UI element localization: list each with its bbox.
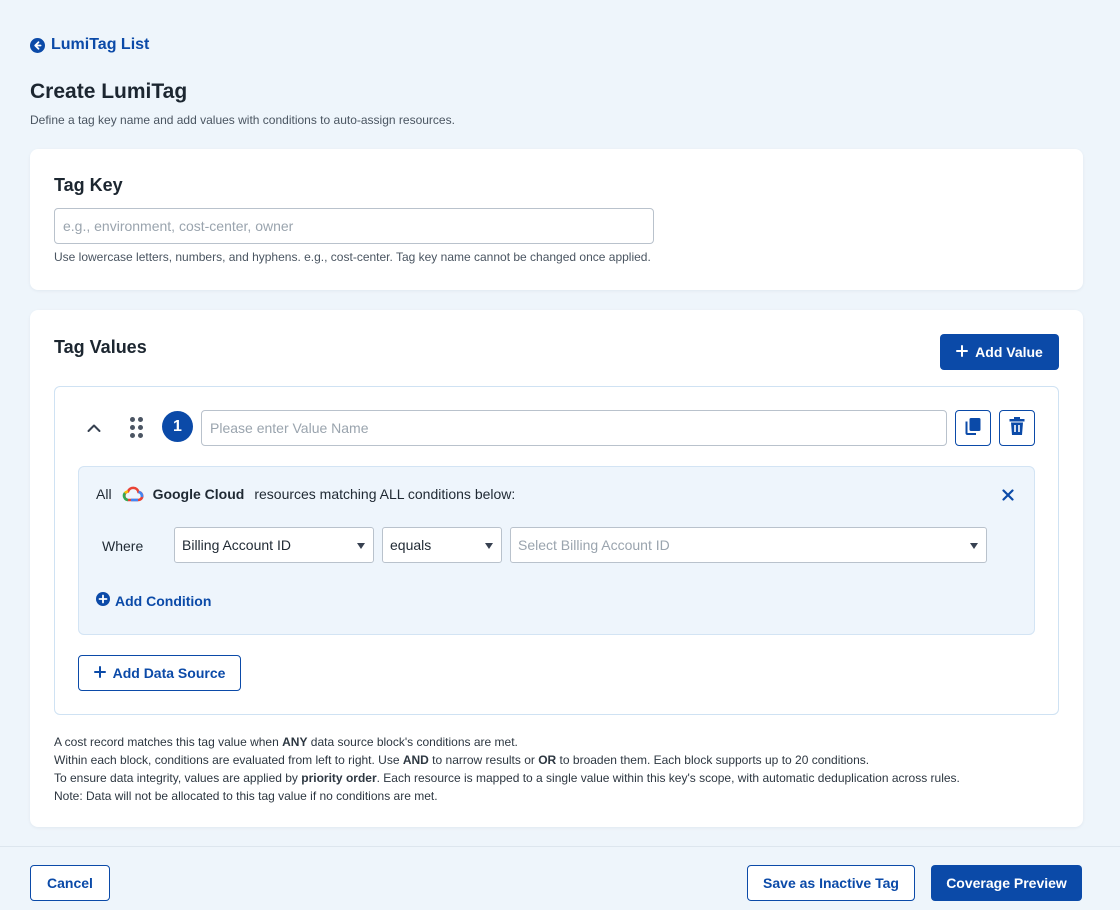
footer-bar: Cancel Save as Inactive Tag Coverage Pre…	[0, 846, 1120, 910]
condition-field-select[interactable]: Billing Account ID	[174, 527, 374, 563]
arrow-left-circle-icon	[30, 37, 45, 53]
save-inactive-button[interactable]: Save as Inactive Tag	[747, 865, 915, 901]
plus-circle-icon	[96, 592, 110, 609]
condition-operator-value: equals	[390, 537, 432, 553]
back-link-label: LumiTag List	[51, 36, 150, 53]
condition-block-header: All Google Cloud resources matching ALL …	[96, 486, 515, 502]
back-to-list-link[interactable]: LumiTag List	[30, 36, 149, 54]
add-value-label: Add Value	[975, 344, 1043, 360]
add-condition-label: Add Condition	[115, 592, 212, 609]
tag-value-item: 1 All	[54, 386, 1059, 715]
delete-value-button[interactable]	[999, 410, 1035, 446]
tag-key-helper-text: Use lowercase letters, numbers, and hyph…	[54, 250, 651, 264]
caret-down-icon	[970, 543, 978, 549]
cancel-button[interactable]: Cancel	[30, 865, 110, 901]
copy-value-button[interactable]	[955, 410, 991, 446]
page-title: Create LumiTag	[30, 80, 188, 103]
tag-key-input[interactable]	[54, 208, 654, 244]
coverage-preview-button[interactable]: Coverage Preview	[931, 865, 1082, 901]
trash-icon	[1008, 416, 1026, 441]
tag-values-card: Tag Values Add Value 1 Please enter Valu…	[30, 310, 1083, 827]
value-index-badge: 1	[162, 411, 193, 442]
add-data-source-label: Add Data Source	[112, 665, 226, 681]
drag-handle-icon[interactable]	[130, 417, 144, 439]
condition-suffix: resources matching ALL conditions below:	[254, 486, 516, 502]
condition-field-value: Billing Account ID	[182, 537, 291, 553]
condition-prefix: All	[96, 486, 112, 502]
page-subtitle: Define a tag key name and add values wit…	[30, 113, 455, 127]
caret-down-icon	[485, 543, 493, 549]
where-label: Where	[102, 538, 144, 554]
copy-icon	[963, 416, 983, 441]
condition-value-select[interactable]: Select Billing Account ID	[510, 527, 987, 563]
condition-operator-select[interactable]: equals	[382, 527, 502, 563]
note-line-2: Within each block, conditions are evalua…	[54, 753, 870, 767]
caret-down-icon	[357, 543, 365, 549]
add-value-button[interactable]: Add Value	[940, 334, 1059, 370]
coverage-preview-label: Coverage Preview	[946, 875, 1067, 891]
condition-block: All Google Cloud resources matching ALL …	[78, 466, 1035, 635]
chevron-up-icon[interactable]	[87, 420, 101, 438]
provider-name: Google Cloud	[152, 486, 245, 502]
note-line-4: Note: Data will not be allocated to this…	[54, 789, 438, 803]
close-icon[interactable]	[1002, 488, 1014, 506]
plus-icon	[956, 344, 969, 360]
add-condition-button[interactable]: Add Condition	[96, 592, 211, 609]
value-name-input[interactable]	[201, 410, 947, 446]
tag-values-heading: Tag Values	[54, 337, 147, 357]
tag-key-card: Tag Key Use lowercase letters, numbers, …	[30, 149, 1083, 290]
tag-key-heading: Tag Key	[54, 175, 123, 195]
tag-values-notes: A cost record matches this tag value whe…	[54, 733, 960, 805]
condition-value-placeholder: Select Billing Account ID	[518, 537, 670, 553]
plus-icon	[93, 665, 106, 681]
note-line-3: To ensure data integrity, values are app…	[54, 771, 960, 785]
add-data-source-button[interactable]: Add Data Source	[78, 655, 241, 691]
save-inactive-label: Save as Inactive Tag	[763, 875, 899, 891]
google-cloud-icon	[122, 486, 144, 502]
cancel-label: Cancel	[47, 875, 93, 891]
note-line-1: A cost record matches this tag value whe…	[54, 735, 518, 749]
